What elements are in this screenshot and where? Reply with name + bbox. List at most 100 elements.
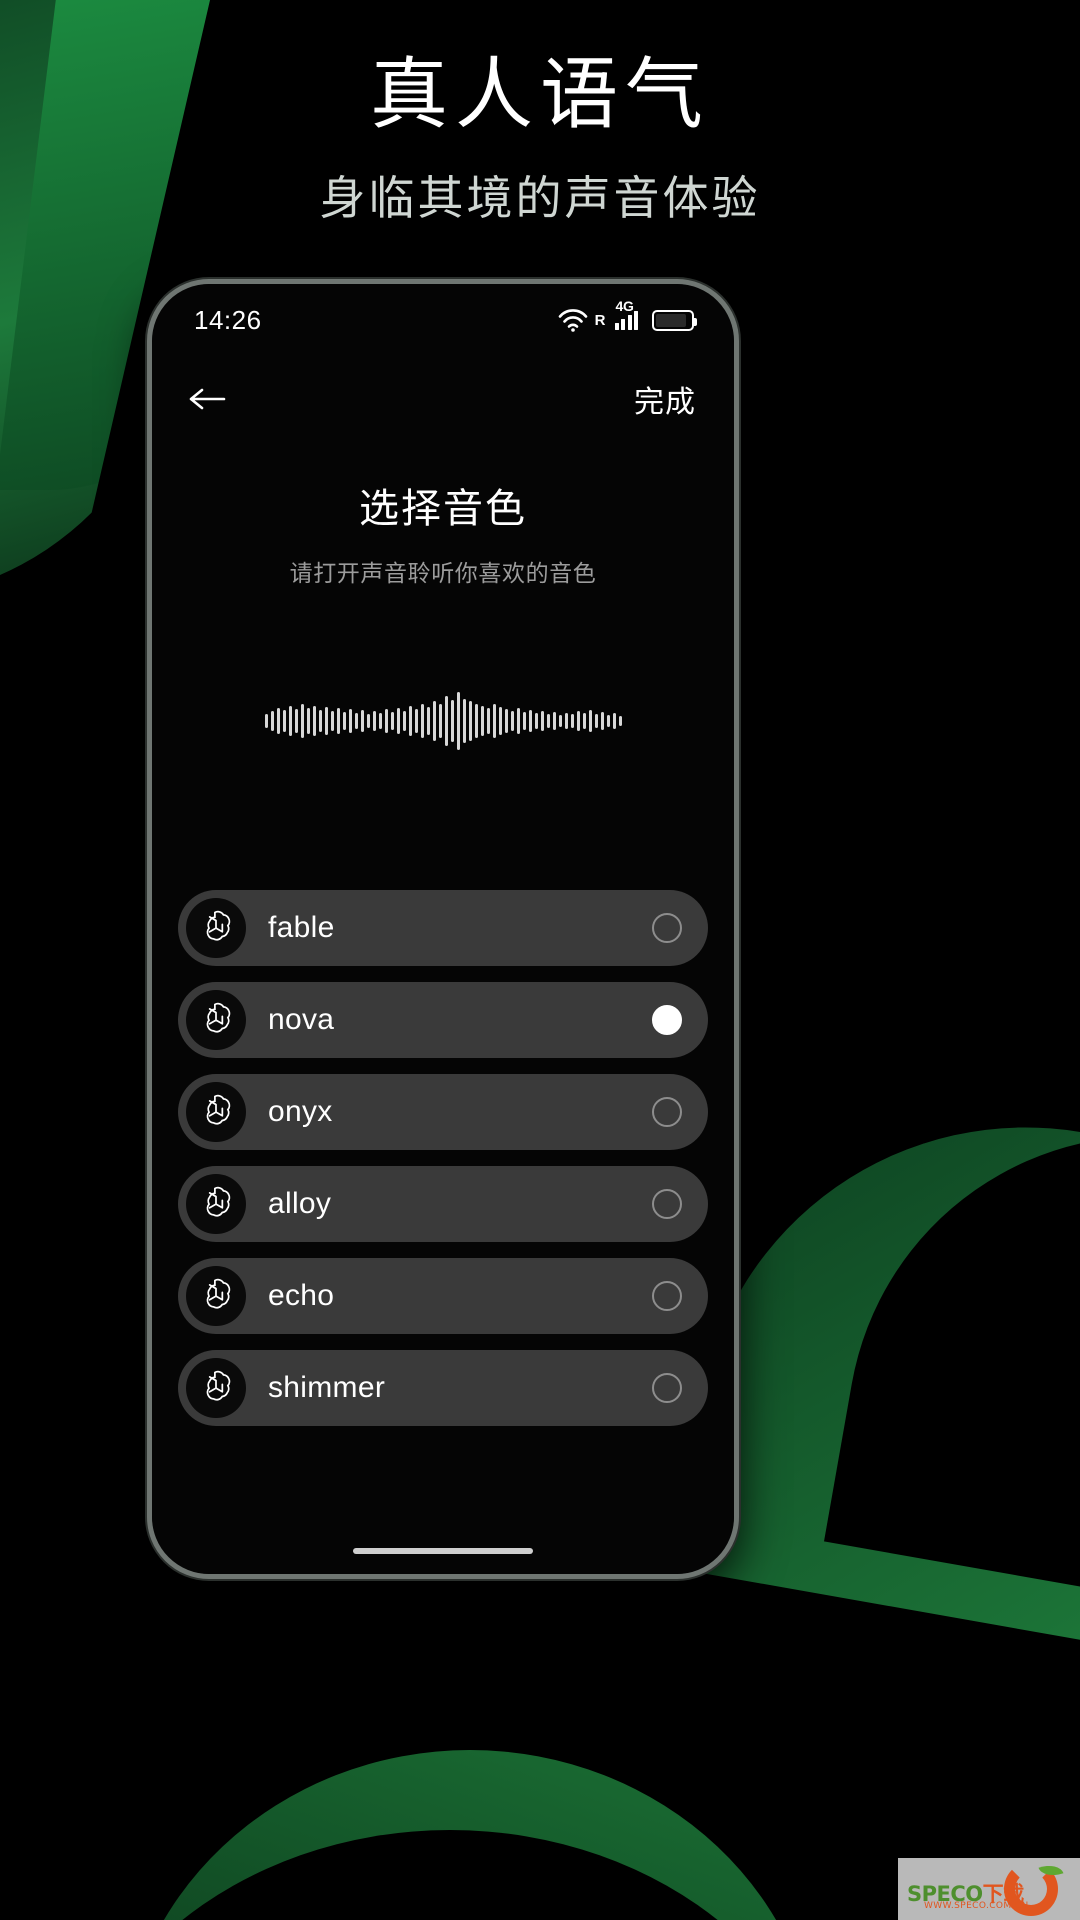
waveform-bar — [576, 711, 580, 731]
voice-row-echo[interactable]: echo — [178, 1258, 708, 1334]
waveform-bar — [312, 706, 316, 736]
voice-row-shimmer[interactable]: shimmer — [178, 1350, 708, 1426]
waveform-bar — [384, 709, 388, 733]
waveform-bar — [282, 710, 286, 732]
phone-screen: 14:26 R 4G 完成 选择音色 请打开声音聆听你喜欢的音色 fable n… — [152, 284, 734, 1574]
openai-logo-icon — [186, 1082, 246, 1142]
promo-headline: 真人语气 — [369, 50, 710, 138]
waveform-bar — [528, 710, 532, 732]
openai-logo-icon — [186, 1174, 246, 1234]
page-subtitle: 请打开声音聆听你喜欢的音色 — [289, 560, 597, 586]
waveform-bar — [462, 699, 466, 743]
waveform-bar — [366, 714, 370, 728]
status-time: 14:26 — [194, 304, 262, 335]
waveform-bar — [336, 708, 340, 734]
waveform-bar — [516, 708, 520, 734]
waveform-bar — [552, 712, 556, 730]
waveform-bar — [606, 715, 610, 727]
app-nav-bar: 完成 — [152, 356, 734, 442]
page-title: 选择音色 — [359, 487, 527, 531]
waveform-bar — [396, 708, 400, 734]
voice-row-fable[interactable]: fable — [178, 890, 708, 966]
waveform-bar — [300, 704, 304, 738]
waveform-bar — [318, 710, 322, 732]
waveform-bar — [456, 692, 460, 750]
voice-radio-echo[interactable] — [652, 1281, 682, 1311]
network-type-label: 4G — [615, 297, 634, 314]
waveform-bar — [540, 711, 544, 731]
voice-radio-shimmer[interactable] — [652, 1373, 682, 1403]
voice-name-label: echo — [268, 1279, 335, 1312]
waveform-bar — [276, 708, 280, 734]
waveform-bar — [588, 710, 592, 732]
waveform-bar — [390, 712, 394, 730]
waveform-bar — [354, 713, 358, 729]
waveform-bar — [480, 706, 484, 736]
back-arrow-icon[interactable] — [186, 384, 228, 414]
openai-logo-icon — [186, 1266, 246, 1326]
voice-radio-onyx[interactable] — [652, 1097, 682, 1127]
voice-row-nova[interactable]: nova — [178, 982, 708, 1058]
waveform-bar — [408, 706, 412, 736]
voice-name-label: fable — [268, 911, 335, 944]
waveform-bar — [468, 701, 472, 741]
voice-row-alloy[interactable]: alloy — [178, 1166, 708, 1242]
voice-radio-nova[interactable] — [652, 1005, 682, 1035]
waveform-bar — [492, 704, 496, 738]
home-indicator[interactable] — [353, 1548, 533, 1554]
waveform-bar — [348, 709, 352, 733]
waveform-bar — [612, 713, 616, 729]
roaming-indicator: R — [594, 311, 606, 329]
waveform-bar — [420, 704, 424, 738]
waveform-bar — [306, 708, 310, 734]
waveform-bar — [546, 714, 550, 728]
site-watermark: SPECO下载 WWW.SPECO.COM.CN — [898, 1858, 1080, 1920]
voice-row-onyx[interactable]: onyx — [178, 1074, 708, 1150]
voice-radio-fable[interactable] — [652, 913, 682, 943]
waveform-bar — [558, 715, 562, 727]
waveform-bar — [270, 711, 274, 731]
promo-subheadline: 身临其境的声音体验 — [319, 171, 761, 224]
voice-radio-alloy[interactable] — [652, 1189, 682, 1219]
status-icons: R 4G — [558, 298, 697, 332]
waveform-bar — [432, 701, 436, 741]
waveform-bar — [342, 712, 346, 730]
waveform-bar — [324, 707, 328, 735]
done-button[interactable]: 完成 — [634, 377, 696, 421]
waveform-bar — [582, 713, 586, 729]
waveform-bar — [504, 709, 508, 733]
waveform-bar — [570, 714, 574, 728]
waveform-bar — [564, 713, 568, 729]
phone-volume-button[interactable] — [734, 654, 739, 714]
battery-icon — [652, 309, 697, 331]
waveform-bar — [600, 712, 604, 730]
waveform-bar — [438, 704, 442, 738]
waveform-bar — [450, 700, 454, 742]
waveform-bar — [294, 709, 298, 733]
waveform-bar — [534, 713, 538, 729]
signal-bars-icon: 4G — [614, 298, 638, 330]
waveform-bar — [426, 707, 430, 735]
openai-logo-icon — [186, 990, 246, 1050]
waveform-bar — [378, 713, 382, 729]
openai-logo-icon — [186, 1358, 246, 1418]
waveform-bar — [330, 711, 334, 731]
audio-waveform — [213, 692, 673, 750]
voice-name-label: alloy — [268, 1187, 332, 1220]
voice-list: fable nova onyx alloy echo shimmer — [152, 890, 734, 1426]
waveform-bar — [498, 707, 502, 735]
voice-name-label: nova — [268, 1003, 335, 1036]
wifi-icon — [558, 308, 588, 332]
waveform-bar — [444, 696, 448, 746]
phone-power-button[interactable] — [734, 764, 739, 874]
voice-name-label: shimmer — [268, 1371, 386, 1404]
waveform-bar — [414, 709, 418, 733]
waveform-bar — [474, 704, 478, 738]
openai-logo-icon — [186, 898, 246, 958]
waveform-bar — [486, 708, 490, 734]
waveform-bar — [522, 712, 526, 730]
waveform-bar — [618, 716, 622, 726]
status-bar: 14:26 R 4G — [152, 284, 734, 356]
waveform-bar — [372, 711, 376, 731]
voice-name-label: onyx — [268, 1095, 333, 1128]
